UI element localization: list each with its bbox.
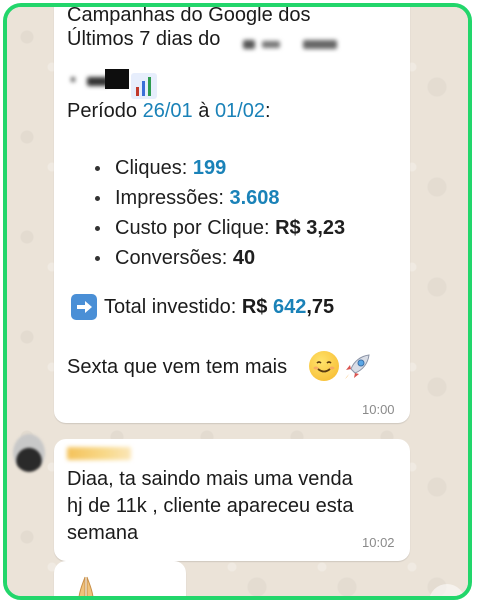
reply-line-2: hj de 11k , cliente apareceu esta	[67, 495, 354, 517]
redacted-name	[71, 77, 75, 82]
bullet-icon	[95, 196, 100, 201]
total-currency: R$	[241, 296, 268, 318]
date-end-link[interactable]: 01/02	[215, 100, 265, 122]
chart-icon	[131, 73, 157, 99]
metric-label: Conversões:	[115, 247, 228, 269]
avatar[interactable]	[13, 434, 45, 472]
arrow-right-icon	[71, 294, 97, 320]
metric-value: 40	[232, 247, 256, 269]
redacted-name	[105, 69, 129, 89]
list-item: Impressões: 3.608	[91, 183, 345, 213]
metric-label: Impressões:	[115, 187, 224, 209]
redacted-name	[243, 40, 255, 49]
bullet-icon	[95, 226, 100, 231]
closing-text: Sexta que vem tem mais	[67, 356, 288, 378]
period-line: Período 26/01 à 01/02:	[67, 99, 271, 123]
metric-value: R$ 3,23	[275, 217, 346, 239]
redacted-name	[262, 41, 280, 48]
smile-emoji-icon	[309, 351, 339, 381]
list-item: Conversões: 40	[91, 243, 345, 273]
redacted-name	[303, 40, 337, 49]
total-value-link[interactable]: 642	[273, 296, 306, 318]
date-start-link[interactable]: 26/01	[143, 100, 193, 122]
date-separator: à	[198, 100, 210, 122]
total-decimal: ,75	[306, 296, 335, 318]
total-line: Total investido: R$ 642,75	[104, 295, 334, 319]
metric-value[interactable]: 199	[193, 157, 226, 179]
message-line-subtitle: Últimos 7 dias do	[67, 28, 221, 50]
total-label: Total investido:	[104, 296, 237, 318]
reply-line-3: semana	[67, 522, 139, 544]
praying-hands-emoji-icon	[69, 573, 103, 596]
metric-label: Cliques:	[115, 157, 188, 179]
metric-value[interactable]: 3.608	[230, 187, 280, 209]
message-line-title: Campanhas do Google dos	[67, 4, 311, 26]
rocket-emoji-icon	[341, 351, 373, 383]
date-colon: :	[265, 100, 271, 122]
bullet-icon	[95, 166, 100, 171]
chat-frame: Campanhas do Google dos Últimos 7 dias d…	[3, 3, 472, 600]
redacted-sender-name	[67, 447, 131, 460]
message-time: 10:02	[362, 535, 395, 550]
bullet-icon	[95, 256, 100, 261]
message-time: 10:00	[362, 402, 395, 417]
reply-line-1: Diaa, ta saindo mais uma venda	[67, 468, 353, 490]
period-label: Período	[67, 100, 138, 122]
list-item: Custo por Clique: R$ 3,23	[91, 213, 345, 243]
metric-label: Custo por Clique:	[115, 217, 270, 239]
list-item: Cliques: 199	[91, 153, 345, 183]
metrics-list: Cliques: 199 Impressões: 3.608 Custo por…	[91, 153, 345, 273]
